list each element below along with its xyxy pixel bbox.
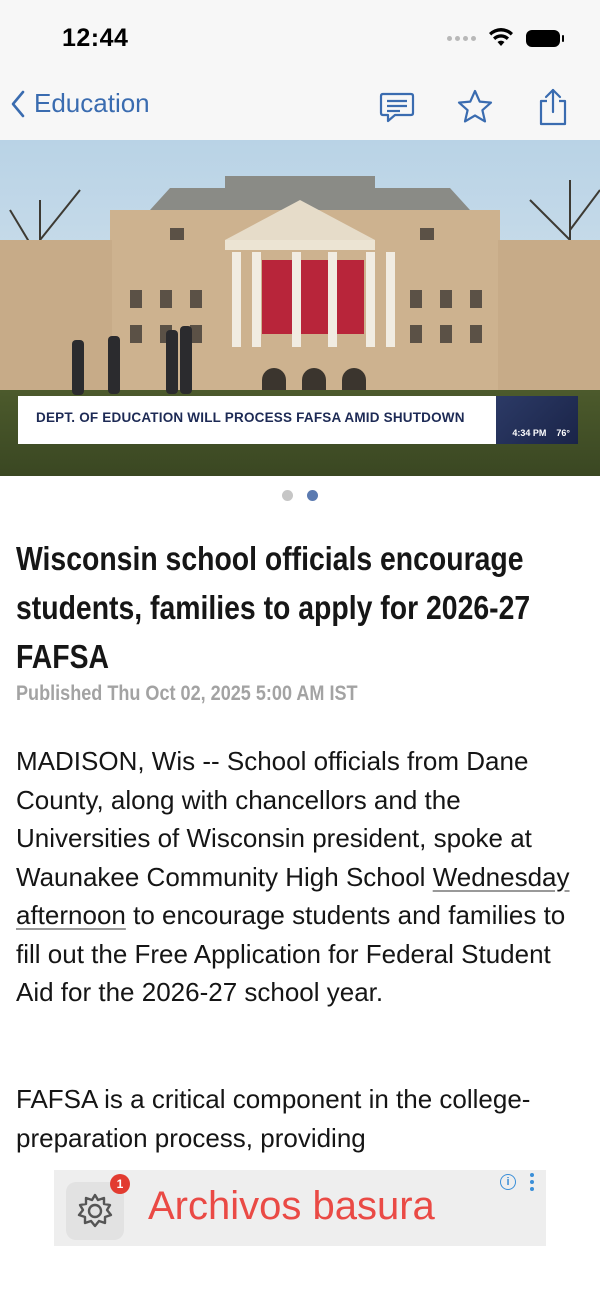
chevron-left-icon — [11, 90, 25, 117]
notification-badge: 1 — [110, 1174, 130, 1194]
published-date: Published Thu Oct 02, 2025 5:00 AM IST — [16, 682, 358, 705]
comment-icon — [379, 92, 415, 123]
article-paragraph-2: FAFSA is a critical component in the col… — [16, 1084, 531, 1153]
chyron-temperature: 76° — [556, 428, 570, 438]
article-headline: Wisconsin school officials encourage stu… — [16, 540, 531, 675]
status-icons — [447, 28, 564, 48]
status-time: 12:44 — [62, 24, 129, 52]
ad-info-icon[interactable]: i — [500, 1174, 516, 1190]
comments-button[interactable] — [376, 86, 418, 128]
share-icon — [539, 88, 567, 126]
gear-icon — [77, 1193, 113, 1228]
cellular-signal-icon — [447, 35, 476, 41]
carousel-dot-1[interactable] — [282, 490, 293, 501]
news-chyron: DEPT. OF EDUCATION WILL PROCESS FAFSA AM… — [18, 396, 578, 444]
share-button[interactable] — [532, 86, 574, 128]
chyron-text: DEPT. OF EDUCATION WILL PROCESS FAFSA AM… — [36, 410, 465, 425]
chyron-time: 4:34 PM 76° — [512, 428, 570, 438]
carousel-dot-2[interactable] — [307, 490, 318, 501]
back-button[interactable]: Education — [10, 88, 150, 119]
hero-image-carousel[interactable]: DEPT. OF EDUCATION WILL PROCESS FAFSA AM… — [0, 140, 600, 476]
battery-icon — [526, 29, 564, 47]
star-icon — [457, 89, 493, 123]
back-label: Education — [34, 88, 150, 118]
carousel-page-indicator[interactable] — [0, 490, 600, 501]
navigation-bar: Education — [0, 80, 600, 136]
chyron-logo-box: 4:34 PM 76° — [496, 396, 578, 444]
nav-actions — [376, 86, 574, 128]
ad-text: Archivos basura — [148, 1184, 435, 1228]
article-paragraph-1: MADISON, Wis -- School officials from Da… — [16, 742, 586, 1012]
top-bar: 12:44 Education — [0, 0, 600, 140]
ad-banner[interactable]: 1 Archivos basura i — [54, 1170, 546, 1246]
favorite-button[interactable] — [454, 86, 496, 128]
ad-more-icon[interactable] — [530, 1173, 536, 1191]
chyron-clock: 4:34 PM — [512, 428, 547, 438]
wifi-icon — [489, 28, 513, 46]
